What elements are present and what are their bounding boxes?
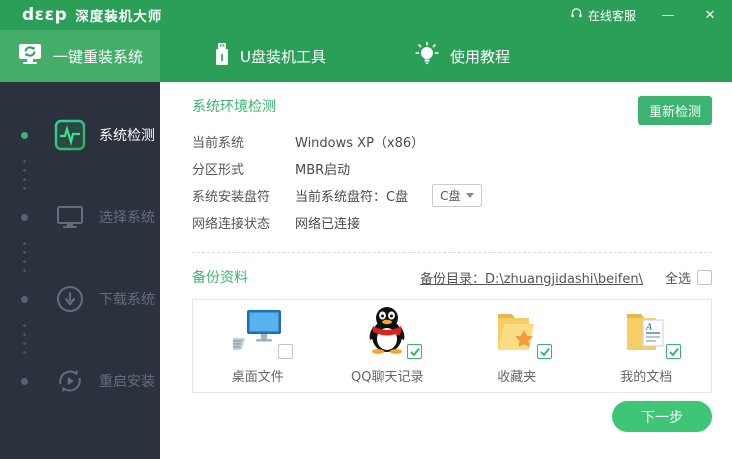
row-label: 系统安装盘符	[192, 190, 271, 205]
step-bullet	[21, 131, 28, 139]
step-connector-dots	[23, 239, 26, 277]
drive-dropdown[interactable]: C盘	[432, 184, 483, 207]
step-label: 重启安装	[99, 374, 155, 390]
step-bullet	[21, 295, 28, 303]
step-bullet	[21, 377, 28, 385]
backup-item-favorites[interactable]: 收藏夹	[452, 308, 582, 385]
next-step-button[interactable]: 下一步	[612, 401, 712, 432]
qq-penguin-icon	[365, 306, 409, 358]
drive-dropdown-value: C盘	[440, 189, 461, 203]
steps-sidebar: 系统检测 选择系统 下载系统 重启安装	[0, 82, 160, 459]
monitor-icon	[53, 202, 87, 232]
download-circle-icon	[53, 284, 87, 314]
tab-label: U盘装机工具	[240, 47, 326, 66]
usb-drive-icon	[214, 42, 230, 70]
qq-history-checkbox[interactable]	[407, 343, 423, 359]
row-value: Windows XP（x86）	[295, 136, 425, 151]
tab-label: 一键重装系统	[52, 47, 143, 66]
detect-row-install-drive: 系统安装盘符 当前系统盘符：C盘 C盘	[192, 182, 712, 209]
backup-item-label: QQ聊天记录	[351, 369, 424, 385]
backup-dir-link[interactable]: 备份目录：D:\zhuangjidashi\beifen\	[420, 268, 643, 287]
select-all-label: 全选	[664, 271, 691, 287]
restart-icon	[53, 366, 87, 396]
step-bullet	[21, 213, 28, 221]
backup-item-qq-history[interactable]: QQ聊天记录	[323, 306, 453, 385]
online-service-label: 在线客服	[587, 8, 636, 23]
backup-item-label: 桌面文件	[231, 369, 284, 385]
logo-area: dεεp 深度装机大师	[22, 5, 162, 25]
detection-section-title: 系统环境检测	[192, 99, 276, 115]
sidebar-step-choose-system[interactable]: 选择系统	[0, 198, 160, 236]
tab-one-key-reinstall[interactable]: 一键重装系统	[0, 30, 160, 82]
monitor-refresh-icon	[17, 42, 43, 70]
online-service-button[interactable]: 在线客服	[570, 7, 636, 24]
step-label: 下载系统	[99, 292, 155, 308]
row-value: 网络已连接	[295, 217, 361, 232]
detect-row-network: 网络连接状态 网络已连接	[192, 209, 712, 236]
section-divider	[192, 252, 712, 253]
sidebar-step-restart-install[interactable]: 重启安装	[0, 362, 160, 400]
tab-tutorial[interactable]: 使用教程	[384, 30, 540, 82]
main-nav: 一键重装系统 U盘装机工具 使用教程	[0, 30, 732, 82]
backup-section-title: 备份资料	[192, 270, 248, 286]
backup-item-label: 收藏夹	[497, 369, 537, 385]
tab-label: 使用教程	[449, 47, 510, 66]
svg-text:A: A	[645, 323, 653, 333]
my-documents-checkbox[interactable]	[666, 343, 682, 359]
documents-folder-icon: A	[623, 308, 669, 358]
main-content: 系统环境检测 重新检测 当前系统 Windows XP（x86） 分区形式 MB…	[160, 82, 732, 459]
app-logo: dεεp	[22, 4, 68, 25]
backup-item-label: 我的文档	[620, 369, 673, 385]
backup-items-box: 桌面文件 QQ聊天记录 收藏夹 A 我的文档	[192, 299, 712, 393]
detect-row-partition: 分区形式 MBR启动	[192, 155, 712, 182]
step-label: 选择系统	[99, 210, 155, 226]
desktop-computer-icon	[215, 308, 283, 358]
sidebar-step-system-check[interactable]: 系统检测	[0, 116, 160, 154]
app-window: dεεp 深度装机大师 在线客服 — ✕ 一键重装系统 U盘装机工具 使用教程 …	[0, 0, 732, 459]
row-value: MBR启动	[295, 163, 351, 178]
headset-icon	[570, 7, 583, 23]
lightbulb-icon	[414, 41, 440, 71]
minimize-button[interactable]: —	[658, 8, 678, 23]
favorites-folder-icon	[494, 308, 540, 358]
desktop-files-checkbox[interactable]	[277, 343, 293, 359]
tab-usb-tool[interactable]: U盘装机工具	[184, 30, 356, 82]
select-all-checkbox[interactable]	[697, 269, 712, 285]
row-label: 当前系统	[192, 136, 245, 151]
detect-row-current-system: 当前系统 Windows XP（x86）	[192, 128, 712, 155]
backup-item-my-documents[interactable]: A 我的文档	[582, 308, 712, 385]
step-label: 系统检测	[99, 128, 155, 144]
app-title: 深度装机大师	[75, 9, 163, 25]
step-connector-dots	[23, 321, 26, 359]
sidebar-step-download-system[interactable]: 下载系统	[0, 280, 160, 318]
titlebar: dεεp 深度装机大师 在线客服 — ✕	[0, 0, 732, 30]
row-label: 分区形式	[192, 163, 245, 178]
step-connector-dots	[23, 157, 26, 195]
system-check-pulse-icon	[53, 119, 87, 151]
row-value: 当前系统盘符：C盘	[295, 190, 409, 205]
row-label: 网络连接状态	[192, 217, 271, 232]
favorites-checkbox[interactable]	[536, 343, 552, 359]
close-button[interactable]: ✕	[700, 8, 720, 23]
redetect-button[interactable]: 重新检测	[637, 96, 712, 125]
backup-item-desktop-files[interactable]: 桌面文件	[193, 308, 323, 385]
chevron-down-icon	[466, 193, 475, 198]
